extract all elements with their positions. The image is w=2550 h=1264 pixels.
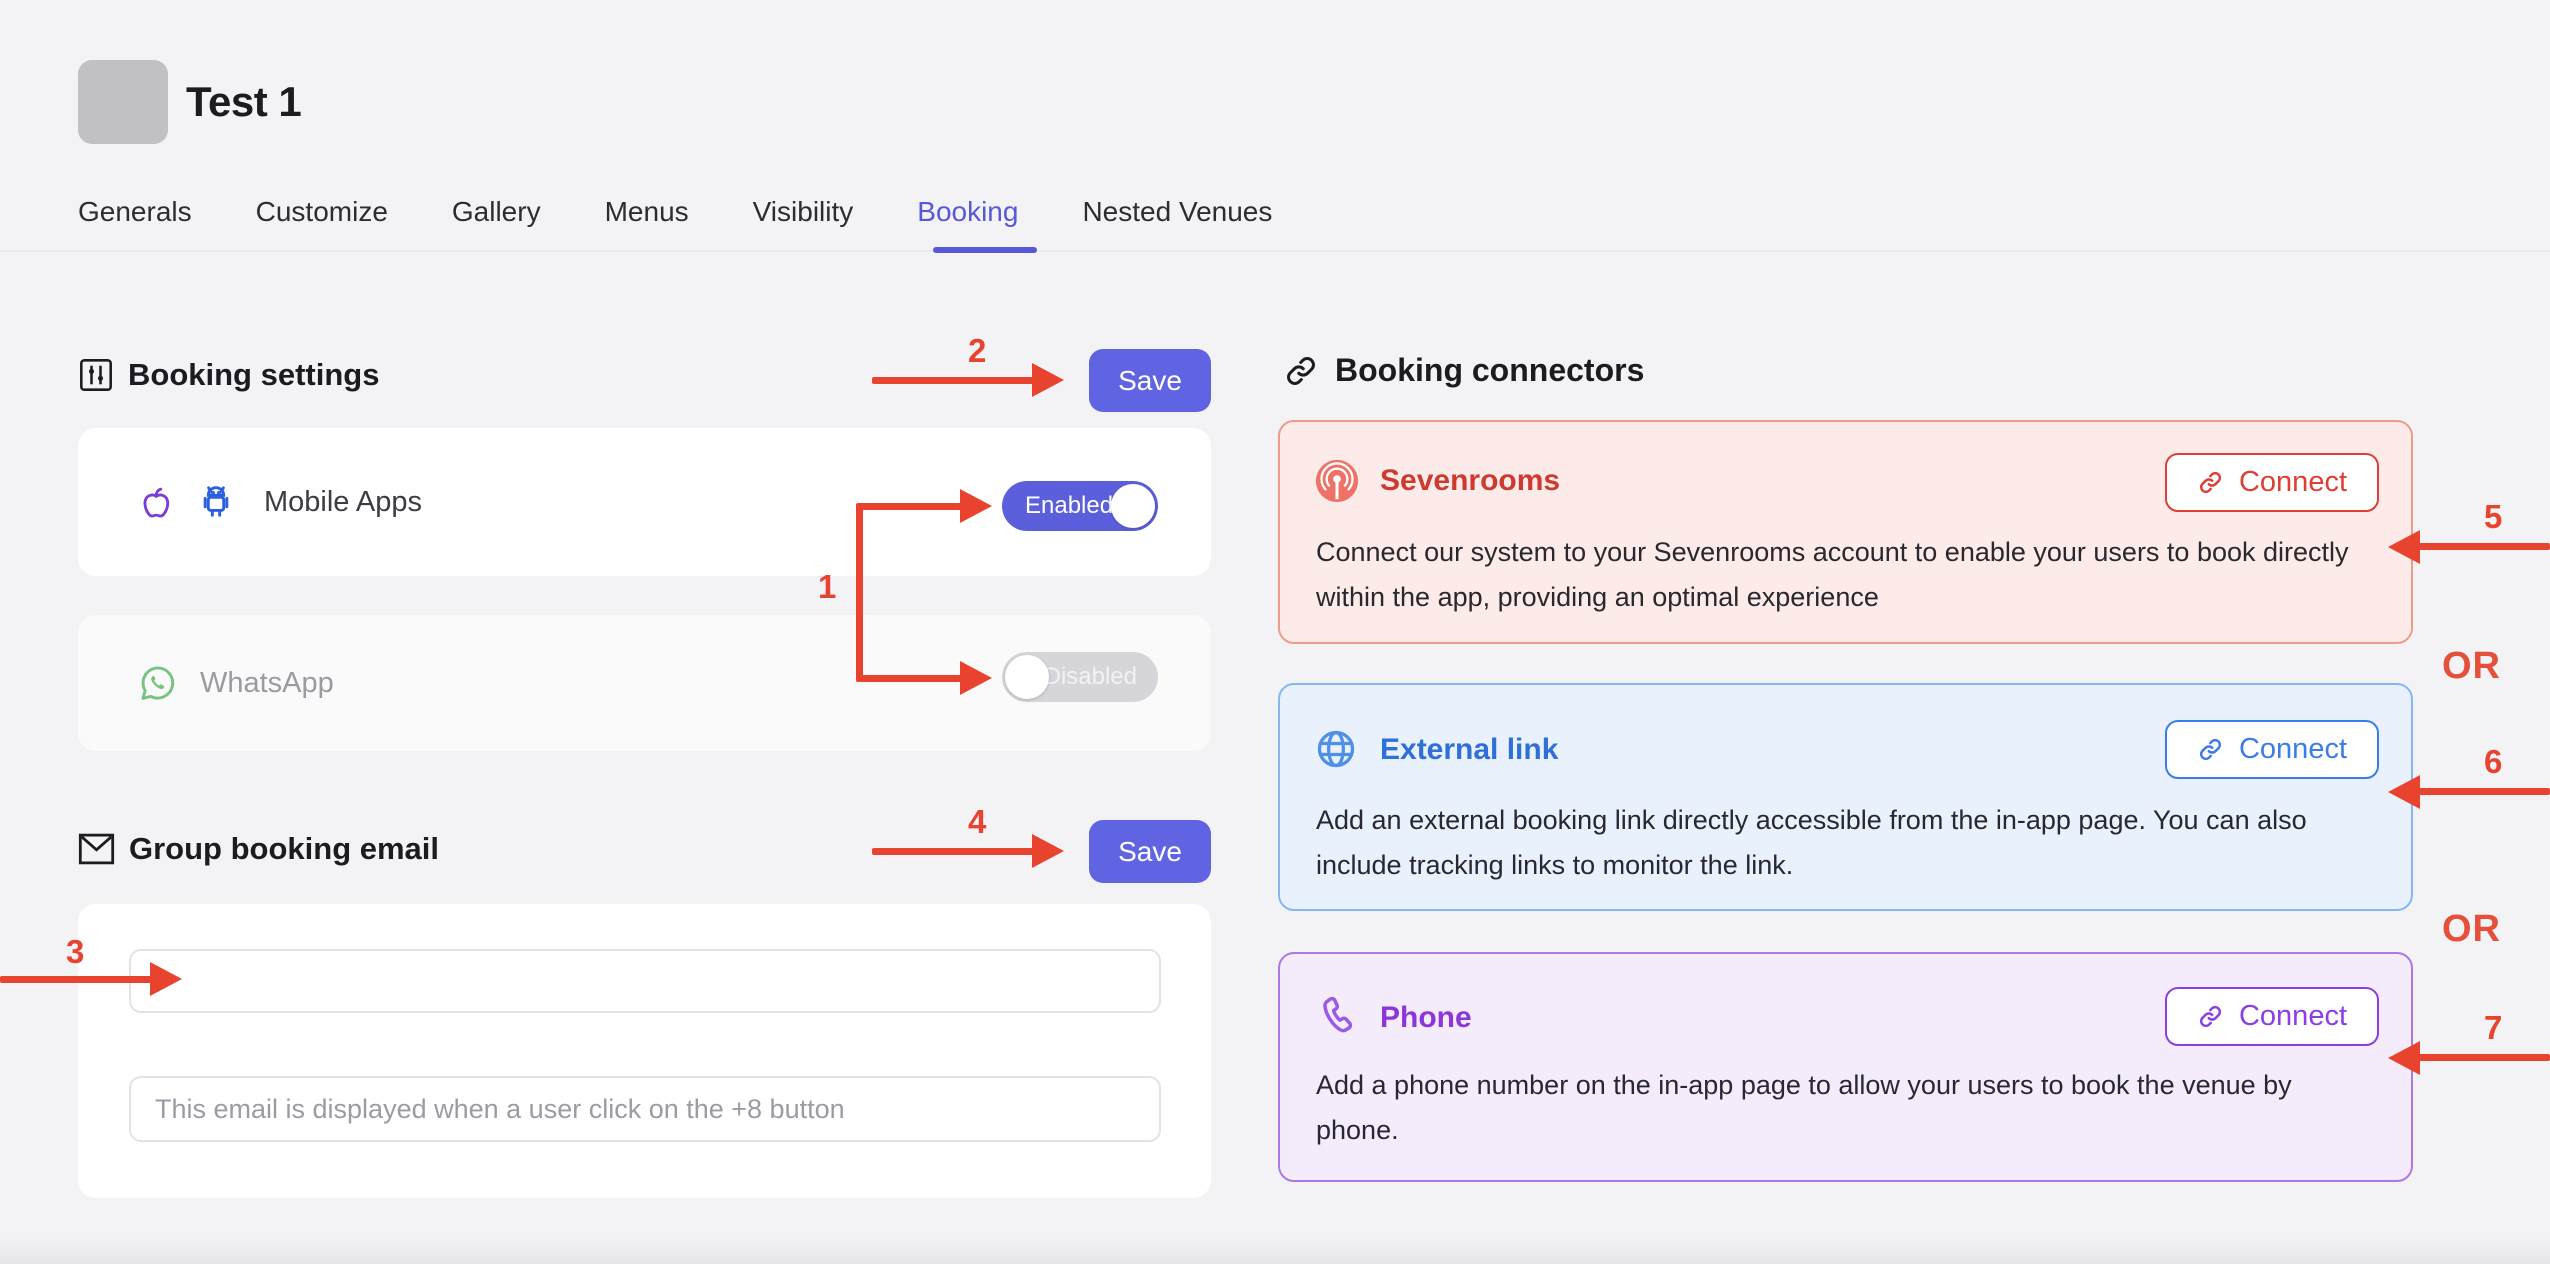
annotation-7-number: 7 bbox=[2484, 1009, 2502, 1047]
annotation-2-line bbox=[872, 377, 1034, 384]
annotation-5-number: 5 bbox=[2484, 498, 2502, 536]
page-title: Test 1 bbox=[186, 78, 301, 126]
sevenrooms-icon bbox=[1314, 458, 1360, 504]
or-separator: OR bbox=[2442, 645, 2501, 688]
link-icon bbox=[2197, 469, 2224, 496]
booking-settings-header: Booking settings bbox=[78, 357, 379, 393]
annotation-3-line bbox=[0, 976, 152, 983]
phone-connect-button[interactable]: Connect bbox=[2165, 987, 2379, 1046]
sevenrooms-description: Connect our system to your Sevenrooms ac… bbox=[1316, 530, 2378, 620]
group-booking-email-card bbox=[78, 904, 1211, 1198]
toggle-state-label: Enabled bbox=[1025, 481, 1113, 531]
annotation-4-number: 4 bbox=[968, 803, 986, 841]
annotation-3-number: 3 bbox=[66, 933, 84, 971]
tab-visibility[interactable]: Visibility bbox=[753, 196, 854, 228]
tab-generals[interactable]: Generals bbox=[78, 196, 192, 228]
tab-booking[interactable]: Booking bbox=[917, 196, 1018, 228]
sliders-icon bbox=[78, 357, 114, 393]
tab-customize[interactable]: Customize bbox=[256, 196, 388, 228]
annotation-1-vertical-line bbox=[856, 506, 863, 682]
whatsapp-label: WhatsApp bbox=[200, 667, 334, 700]
annotation-2-arrowhead bbox=[1032, 363, 1064, 397]
tab-menus[interactable]: Menus bbox=[605, 196, 689, 228]
booking-connectors-title: Booking connectors bbox=[1335, 352, 1644, 389]
bottom-edge-shadow bbox=[0, 1238, 2550, 1264]
annotation-2-number: 2 bbox=[968, 332, 986, 370]
toggle-state-label: Disabled bbox=[1044, 652, 1137, 702]
globe-icon bbox=[1314, 727, 1358, 771]
booking-settings-save-button[interactable]: Save bbox=[1089, 349, 1211, 412]
sevenrooms-connect-button[interactable]: Connect bbox=[2165, 453, 2379, 512]
annotation-1-number: 1 bbox=[818, 568, 836, 606]
link-icon bbox=[2197, 736, 2224, 763]
android-icon bbox=[194, 478, 238, 526]
group-booking-email-header: Group booking email bbox=[78, 831, 439, 867]
group-booking-email-title: Group booking email bbox=[129, 831, 439, 867]
tab-bar: Generals Customize Gallery Menus Visibil… bbox=[78, 196, 1272, 228]
tabs-divider bbox=[0, 250, 2550, 252]
sevenrooms-connector-card: Sevenrooms Connect Connect our system to… bbox=[1278, 420, 2413, 644]
tab-gallery[interactable]: Gallery bbox=[452, 196, 541, 228]
phone-title: Phone bbox=[1380, 1001, 1472, 1035]
group-booking-email-save-button[interactable]: Save bbox=[1089, 820, 1211, 883]
mobile-apps-row: Mobile Apps Enabled bbox=[78, 428, 1211, 576]
mail-icon bbox=[78, 832, 115, 866]
annotation-6-line bbox=[2418, 788, 2550, 795]
external-link-connector-card: External link Connect Add an external bo… bbox=[1278, 683, 2413, 911]
venue-avatar bbox=[78, 60, 168, 144]
toggle-knob bbox=[1111, 484, 1155, 528]
group-booking-email-input[interactable] bbox=[129, 949, 1161, 1013]
phone-description: Add a phone number on the in-app page to… bbox=[1316, 1063, 2378, 1153]
booking-settings-title: Booking settings bbox=[128, 357, 379, 393]
apple-icon bbox=[136, 479, 176, 525]
email-helper-input[interactable] bbox=[129, 1076, 1161, 1142]
connect-button-label: Connect bbox=[2239, 1000, 2347, 1033]
whatsapp-icon bbox=[136, 661, 180, 705]
tab-nested-venues[interactable]: Nested Venues bbox=[1082, 196, 1272, 228]
annotation-1-line-bottom bbox=[856, 675, 962, 682]
annotation-6-number: 6 bbox=[2484, 743, 2502, 781]
mobile-apps-toggle[interactable]: Enabled bbox=[1002, 481, 1158, 531]
toggle-knob bbox=[1005, 655, 1049, 699]
annotation-1-line-top bbox=[856, 503, 962, 510]
sevenrooms-title: Sevenrooms bbox=[1380, 464, 1560, 498]
booking-settings-page: Test 1 Generals Customize Gallery Menus … bbox=[0, 0, 2550, 1264]
link-icon bbox=[2197, 1003, 2224, 1030]
annotation-6-arrowhead bbox=[2388, 775, 2420, 809]
annotation-4-line bbox=[872, 848, 1034, 855]
annotation-4-arrowhead bbox=[1032, 834, 1064, 868]
external-link-title: External link bbox=[1380, 733, 1558, 767]
annotation-5-arrowhead bbox=[2388, 530, 2420, 564]
mobile-apps-label: Mobile Apps bbox=[264, 486, 422, 519]
phone-icon bbox=[1314, 994, 1358, 1038]
external-link-connect-button[interactable]: Connect bbox=[2165, 720, 2379, 779]
active-tab-underline bbox=[933, 247, 1037, 253]
annotation-5-line bbox=[2418, 543, 2550, 550]
booking-connectors-header: Booking connectors bbox=[1283, 352, 1644, 389]
annotation-7-arrowhead bbox=[2388, 1041, 2420, 1075]
link-icon bbox=[1283, 353, 1319, 389]
connect-button-label: Connect bbox=[2239, 733, 2347, 766]
annotation-7-line bbox=[2418, 1054, 2550, 1061]
external-link-description: Add an external booking link directly ac… bbox=[1316, 798, 2378, 888]
annotation-1-arrowhead-bottom bbox=[960, 661, 992, 695]
phone-connector-card: Phone Connect Add a phone number on the … bbox=[1278, 952, 2413, 1182]
whatsapp-toggle[interactable]: Disabled bbox=[1002, 652, 1158, 702]
annotation-3-arrowhead bbox=[150, 962, 182, 996]
annotation-1-arrowhead-top bbox=[960, 489, 992, 523]
or-separator: OR bbox=[2442, 908, 2501, 951]
connect-button-label: Connect bbox=[2239, 466, 2347, 499]
whatsapp-row: WhatsApp Disabled bbox=[78, 615, 1211, 751]
